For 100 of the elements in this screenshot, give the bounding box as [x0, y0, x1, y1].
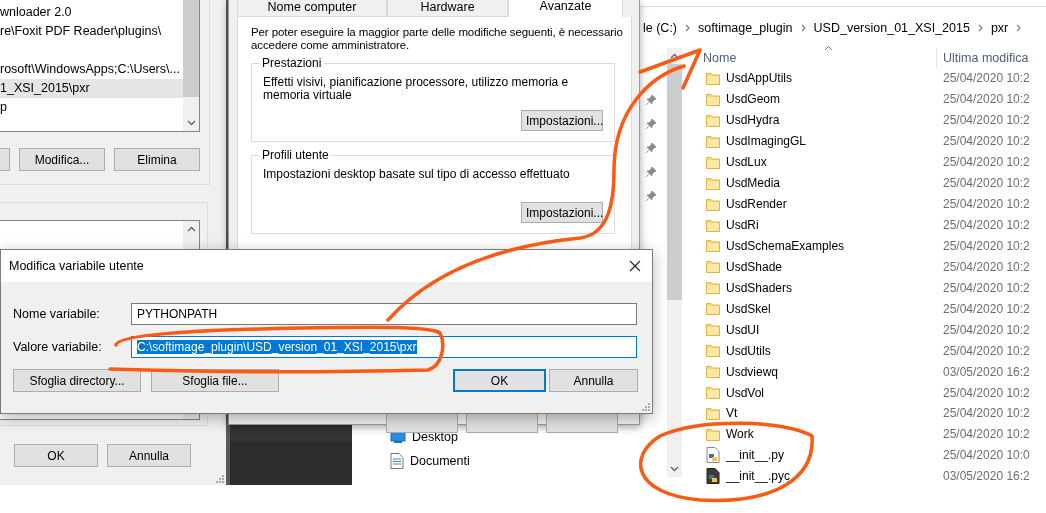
- folder-icon: [706, 386, 720, 400]
- nav-item[interactable]: Desktop: [412, 430, 458, 444]
- chevron-up-icon[interactable]: [670, 52, 679, 60]
- column-header[interactable]: Nome: [703, 51, 737, 65]
- file-name[interactable]: UsdUtils: [726, 343, 771, 358]
- file-name[interactable]: UsdRi: [726, 218, 759, 233]
- breadcrumb-item[interactable]: pxr: [990, 20, 1009, 35]
- button[interactable]: Annulla: [107, 444, 191, 467]
- file-date: 25/04/2020 10:2: [942, 134, 1030, 149]
- file-name[interactable]: UsdVol: [726, 385, 765, 400]
- file-date: 03/05/2020 16:2: [942, 364, 1030, 379]
- folder-icon: [706, 427, 720, 441]
- file-date: 25/04/2020 10:0: [942, 448, 1030, 463]
- list-row[interactable]: p: [0, 98, 183, 117]
- file-name[interactable]: UsdGeom: [726, 92, 781, 107]
- folder-icon: [706, 344, 720, 358]
- folder-icon: [706, 134, 720, 148]
- file-name[interactable]: Usdviewq: [726, 364, 779, 379]
- file-name[interactable]: __init__.pyc: [726, 469, 791, 484]
- intro-text: Per poter eseguire la maggior parte delle modifiche seguenti, è necessario accedere come amministratore.: [251, 26, 623, 52]
- resize-grip-icon[interactable]: [642, 403, 650, 411]
- chevron-icon: [684, 22, 692, 33]
- resize-grip-icon[interactable]: [216, 475, 224, 483]
- file-name[interactable]: UsdSchemaExamples: [726, 238, 845, 253]
- folder-icon: [706, 71, 720, 85]
- group-title: Prestazioni: [259, 56, 325, 70]
- list-row[interactable]: rosoft\WindowsApps;C:\Users\...: [0, 60, 183, 79]
- file-name[interactable]: UsdShade: [726, 259, 783, 274]
- chevron-icon: [1015, 22, 1023, 33]
- tab[interactable]: Hardware: [387, 0, 508, 17]
- chevron-down-icon[interactable]: [670, 465, 679, 473]
- tab[interactable]: Avanzate: [508, 0, 623, 17]
- pin-icon[interactable]: [645, 118, 657, 130]
- file-name[interactable]: UsdAppUtils: [726, 71, 793, 86]
- pin-icon[interactable]: [645, 166, 657, 178]
- scrollbar[interactable]: [183, 0, 199, 131]
- file-date: 25/04/2020 10:2: [942, 92, 1030, 107]
- list-row[interactable]: re\Foxit PDF Reader\plugins\: [0, 22, 183, 41]
- button[interactable]: Annulla: [549, 369, 638, 392]
- folder-icon: [706, 406, 720, 420]
- breadcrumb-item[interactable]: USD_version_01_XSI_2015: [813, 20, 970, 35]
- tab[interactable]: Nome computer: [237, 0, 387, 17]
- file-name[interactable]: UsdUI: [726, 322, 760, 337]
- file-date: 25/04/2020 10:2: [942, 280, 1030, 295]
- folder-icon: [706, 365, 720, 379]
- breadcrumb-item[interactable]: le (C:): [643, 20, 678, 35]
- scrollbar[interactable]: [667, 48, 682, 477]
- folder-icon: [706, 323, 720, 337]
- list-row[interactable]: wnloader 2.0: [0, 3, 183, 22]
- chevron-down-icon[interactable]: [186, 119, 196, 127]
- file-name[interactable]: UsdSkel: [726, 301, 771, 316]
- folder-icon: [706, 281, 720, 295]
- pin-icon[interactable]: [645, 190, 657, 202]
- file-name[interactable]: UsdHydra: [726, 113, 780, 128]
- file-name[interactable]: UsdImagingGL: [726, 134, 807, 149]
- list-row[interactable]: 1_XSI_2015\pxr: [0, 79, 183, 98]
- button[interactable]: Modifica...: [19, 148, 105, 171]
- close-icon[interactable]: [629, 260, 641, 272]
- file-date: 25/04/2020 10:2: [942, 113, 1030, 128]
- document-icon: [390, 453, 404, 469]
- file-date: 25/04/2020 10:2: [942, 343, 1030, 358]
- button[interactable]: Sfoglia directory...: [13, 369, 141, 392]
- group-description: Effetti visivi, pianificazione processore, utilizzo memoria e memoria virtuale: [263, 76, 570, 102]
- column-header[interactable]: Ultima modifica: [937, 51, 1029, 65]
- pin-icon[interactable]: [645, 94, 657, 106]
- folder-icon: [706, 176, 720, 190]
- file-date: 25/04/2020 10:2: [942, 238, 1030, 253]
- file-date: 25/04/2020 10:2: [942, 71, 1030, 86]
- file-date: 25/04/2020 10:2: [942, 385, 1030, 400]
- scrollbar-thumb[interactable]: [183, 0, 199, 97]
- file-date: 25/04/2020 10:2: [942, 259, 1030, 274]
- file-name[interactable]: UsdMedia: [726, 176, 781, 191]
- button[interactable]: OK: [453, 369, 546, 392]
- button[interactable]: OK: [14, 444, 98, 467]
- folder-icon: [706, 197, 720, 211]
- pin-icon[interactable]: [645, 142, 657, 154]
- file-date: 25/04/2020 10:2: [942, 176, 1030, 191]
- folder-icon: [706, 218, 720, 232]
- file-name[interactable]: __init__.py: [726, 448, 785, 463]
- button[interactable]: Elimina: [114, 148, 200, 171]
- input-field[interactable]: C:\softimage_plugin\USD_version_01_XSI_2015\pxr: [131, 336, 637, 358]
- folder-icon: [706, 113, 720, 127]
- file-name[interactable]: UsdRender: [726, 197, 787, 212]
- file-name[interactable]: Work: [726, 427, 754, 442]
- file-date: 25/04/2020 10:2: [942, 197, 1030, 212]
- folder-icon: [706, 260, 720, 274]
- file-name[interactable]: UsdLux: [726, 155, 767, 170]
- settings-button[interactable]: Impostazioni...: [521, 202, 603, 223]
- chevron-icon: [976, 22, 984, 33]
- file-name[interactable]: Vt: [726, 406, 738, 421]
- chevron-up-icon[interactable]: [186, 225, 196, 233]
- input-field[interactable]: PYTHONPATH: [131, 303, 637, 325]
- file-name[interactable]: UsdShaders: [726, 280, 793, 295]
- scrollbar-thumb[interactable]: [667, 64, 682, 300]
- breadcrumb-item[interactable]: softimage_plugin: [698, 20, 793, 35]
- folder-icon: [706, 302, 720, 316]
- file-date: 25/04/2020 10:2: [942, 427, 1030, 442]
- settings-button[interactable]: Impostazioni...: [521, 110, 603, 131]
- nav-item[interactable]: Documenti: [410, 454, 470, 468]
- python-file-icon: [706, 468, 720, 485]
